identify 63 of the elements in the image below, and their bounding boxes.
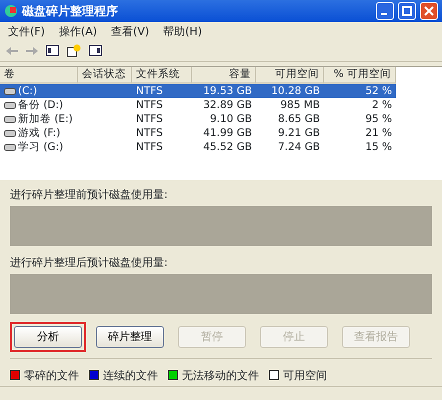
- table-row[interactable]: 新加卷 (E:) NTFS 9.10 GB 8.65 GB 95 %: [0, 112, 442, 126]
- table-cell-text: NTFS: [135, 98, 164, 112]
- action-button[interactable]: 分析: [14, 326, 82, 348]
- table-cell: 备份 (D:): [18, 99, 64, 112]
- table-cell-text: 2 %: [371, 98, 393, 112]
- minimize-button[interactable]: [376, 2, 394, 20]
- legend-label: 零碎的文件: [24, 368, 79, 382]
- table-row[interactable]: 学习 (G:) NTFS 45.52 GB 7.24 GB 15 %: [0, 140, 442, 154]
- table-cell-text: 52 %: [364, 84, 393, 98]
- column-header[interactable]: 文件系统: [132, 67, 192, 84]
- table-cell-text: 8.65 GB: [276, 112, 321, 126]
- column-header[interactable]: % 可用空间: [324, 67, 396, 84]
- panel-icon[interactable]: [89, 45, 102, 56]
- table-row[interactable]: 备份 (D:) NTFS 32.89 GB 985 MB 2 %: [0, 98, 442, 112]
- maximize-icon: [402, 6, 412, 16]
- menu-item[interactable]: 文件(F): [8, 25, 45, 37]
- menu-item[interactable]: 操作(A): [58, 25, 98, 37]
- table-cell: 学习 (G:): [18, 141, 64, 154]
- maximize-button[interactable]: [398, 2, 416, 20]
- table-cell-text: 32.89 GB: [202, 98, 253, 112]
- table-cell-text: NTFS: [135, 126, 164, 140]
- panel-label: 进行碎片整理前预计磁盘使用量:: [10, 188, 169, 202]
- table-cell-text: 7.24 GB: [276, 140, 321, 154]
- panel-icon[interactable]: [46, 45, 59, 56]
- menu-item[interactable]: 帮助(H): [163, 25, 202, 37]
- column-header[interactable]: 容量: [192, 67, 256, 84]
- table-cell: 游戏 (F:): [18, 127, 60, 140]
- table-cell-text: 9.21 GB: [276, 126, 321, 140]
- table-cell: (C:): [18, 85, 38, 98]
- table-cell-text: 15 %: [364, 140, 393, 154]
- table-cell-text: 41.99 GB: [202, 126, 253, 140]
- table-cell-text: 9.10 GB: [208, 112, 253, 126]
- column-header[interactable]: 卷: [0, 67, 78, 84]
- column-header[interactable]: 可用空间: [256, 67, 324, 84]
- table-cell-text: NTFS: [135, 140, 164, 154]
- table-cell-text: 45.52 GB: [202, 140, 253, 154]
- table-cell-text: NTFS: [135, 84, 164, 98]
- drive-icon: [4, 88, 16, 95]
- table-row[interactable]: 游戏 (F:) NTFS 41.99 GB 9.21 GB 21 %: [0, 126, 442, 140]
- legend-label: 无法移动的文件: [182, 368, 259, 382]
- legend-label: 连续的文件: [103, 368, 158, 382]
- window-title: 磁盘碎片整理程序: [22, 4, 119, 18]
- drive-icon: [4, 130, 16, 137]
- table-cell-text: 10.28 GB: [270, 84, 321, 98]
- table-cell-text: 21 %: [364, 126, 393, 140]
- table-cell: 新加卷 (E:): [18, 113, 73, 126]
- action-button[interactable]: 碎片整理: [96, 326, 164, 348]
- menu-item[interactable]: 查看(V): [111, 25, 150, 37]
- drive-icon: [4, 116, 16, 123]
- table-cell-text: 985 MB: [279, 98, 321, 112]
- drive-icon: [4, 102, 16, 109]
- table-cell-text: 95 %: [364, 112, 393, 126]
- close-button[interactable]: [420, 2, 438, 20]
- close-icon: [424, 6, 434, 16]
- table-row[interactable]: (C:) NTFS 19.53 GB 10.28 GB 52 %: [0, 84, 396, 98]
- table-cell-text: 19.53 GB: [202, 84, 253, 98]
- minimize-icon: [380, 13, 386, 15]
- panel-label: 进行碎片整理后预计磁盘使用量:: [10, 256, 169, 270]
- table-cell-text: NTFS: [135, 112, 164, 126]
- legend-label: 可用空间: [283, 368, 327, 382]
- app-icon: [4, 4, 18, 18]
- drive-icon: [4, 144, 16, 151]
- column-header[interactable]: 会话状态: [78, 67, 132, 84]
